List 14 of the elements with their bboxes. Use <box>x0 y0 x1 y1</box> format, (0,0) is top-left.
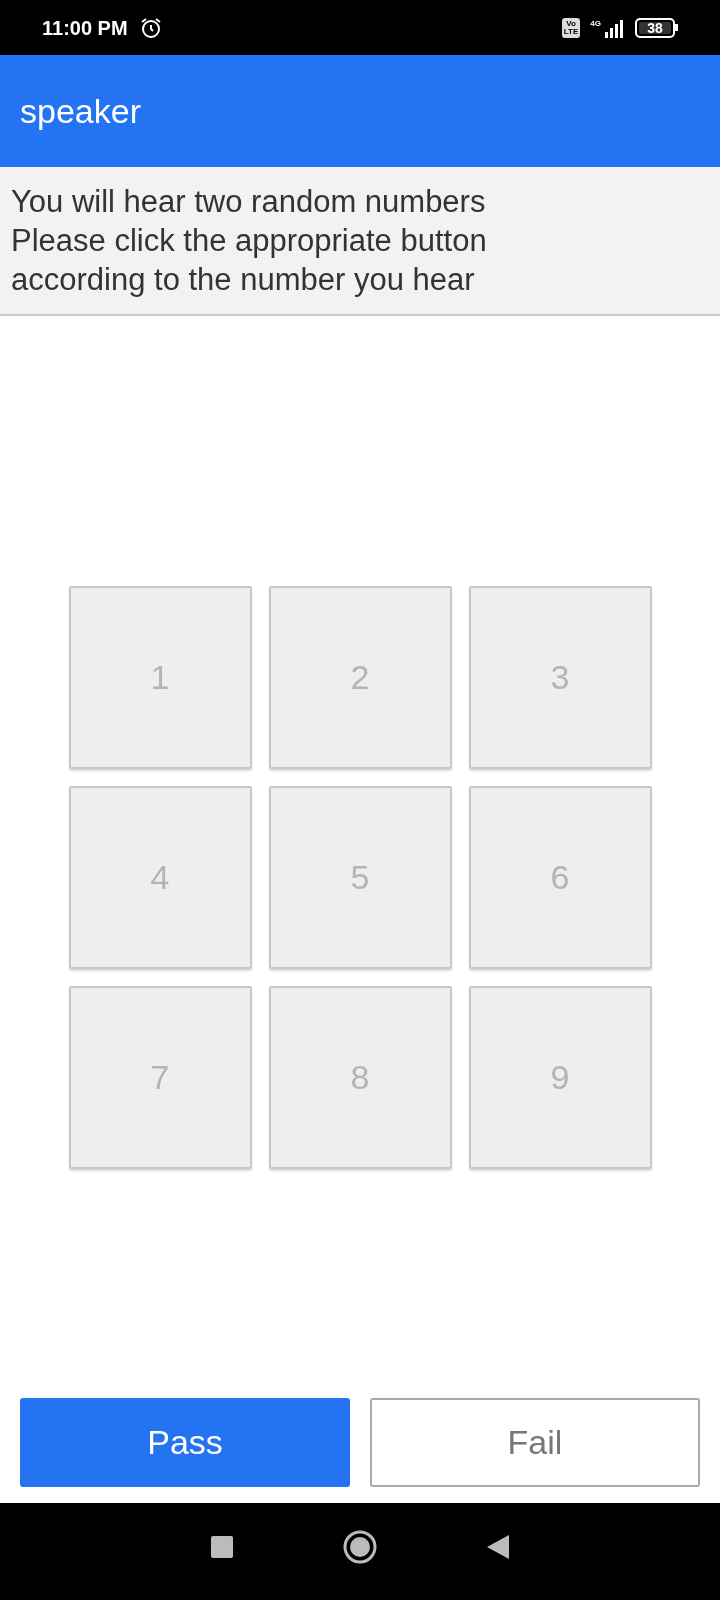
app-title: speaker <box>20 90 141 132</box>
instruction-text: Please click the appropriate button <box>11 222 488 260</box>
alarm-icon <box>139 16 162 39</box>
battery-icon: 38 <box>635 17 678 38</box>
back-icon[interactable] <box>487 1534 509 1559</box>
fail-button[interactable]: Fail <box>370 1398 700 1487</box>
recents-icon[interactable] <box>211 1535 233 1558</box>
pass-button[interactable]: Pass <box>20 1398 350 1487</box>
instruction-text: You will hear two random numbers <box>11 183 487 221</box>
home-icon[interactable] <box>343 1529 377 1564</box>
network-type: 4G <box>590 17 601 30</box>
clock-time: 11:00 PM <box>42 15 128 41</box>
volte-badge: Vo LTE <box>561 17 581 38</box>
instruction-text: according to the number you hear <box>11 261 476 299</box>
